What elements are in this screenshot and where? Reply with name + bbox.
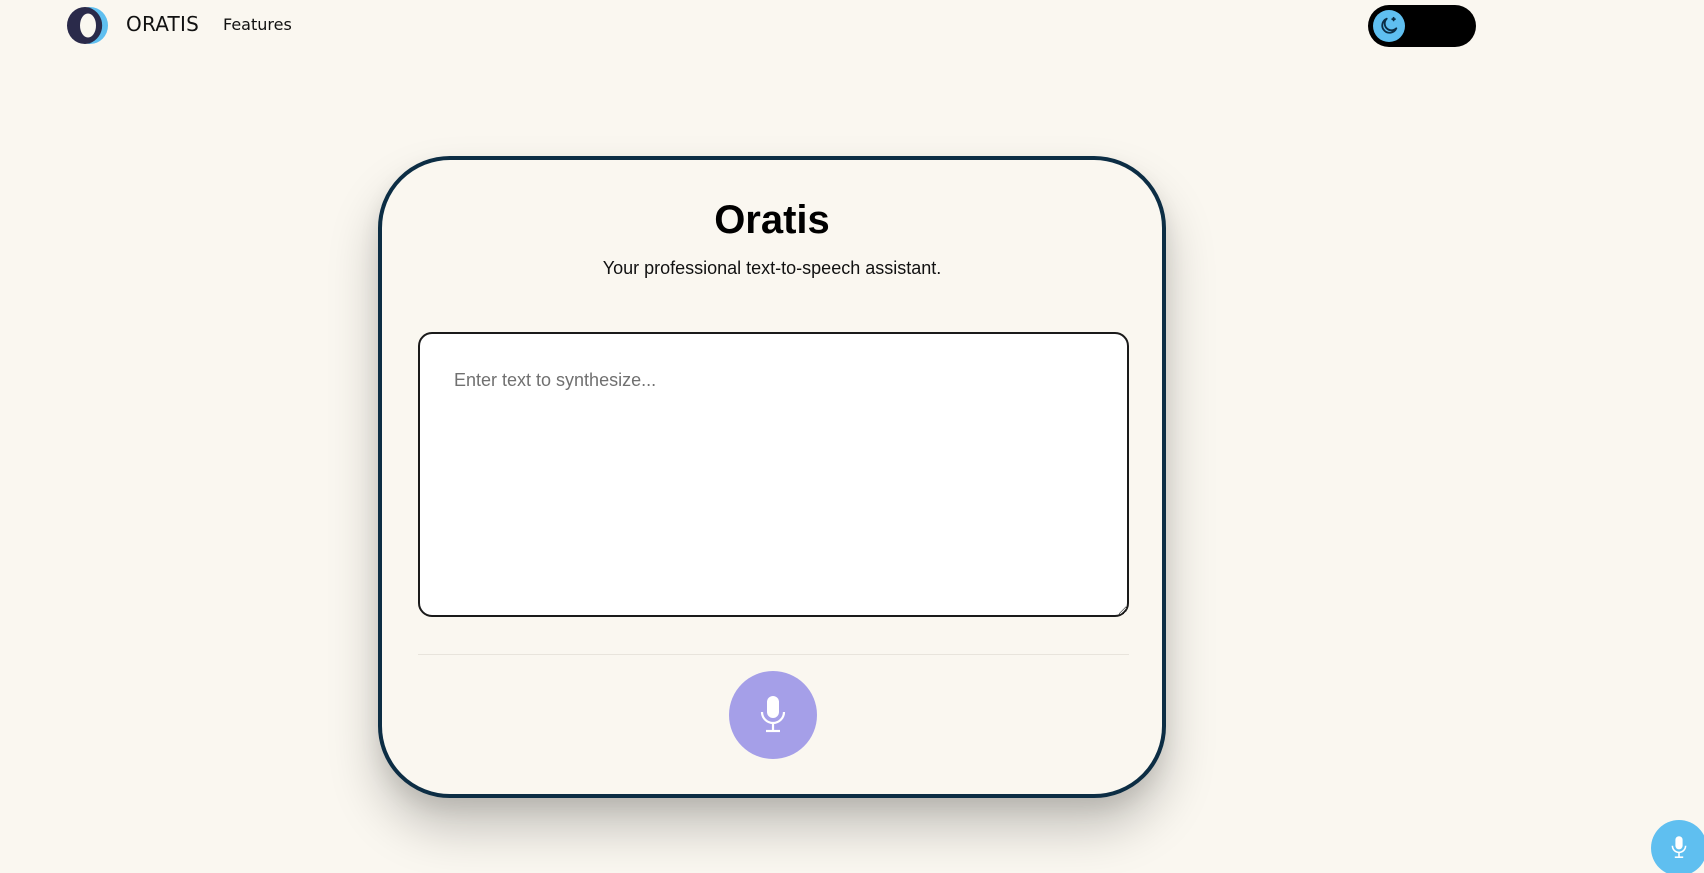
oratis-logo-icon[interactable]: [66, 6, 109, 45]
floating-mic-button[interactable]: [1651, 820, 1704, 873]
tts-card: Oratis Your professional text-to-speech …: [378, 156, 1166, 798]
page-title: Oratis: [714, 198, 830, 242]
nav-features-link[interactable]: Features: [223, 15, 292, 34]
microphone-icon: [1670, 835, 1688, 862]
brand-name[interactable]: ORATIS: [126, 12, 199, 36]
moon-icon: [1373, 10, 1405, 42]
text-to-synthesize-input[interactable]: [418, 332, 1129, 617]
record-mic-button[interactable]: [729, 671, 817, 759]
theme-toggle[interactable]: [1368, 5, 1476, 47]
divider: [418, 654, 1129, 655]
page: ORATIS Features Oratis Your professional…: [0, 0, 1704, 873]
page-subtitle: Your professional text-to-speech assista…: [602, 258, 942, 278]
microphone-icon: [758, 694, 788, 737]
top-nav: ORATIS Features: [0, 0, 1704, 52]
